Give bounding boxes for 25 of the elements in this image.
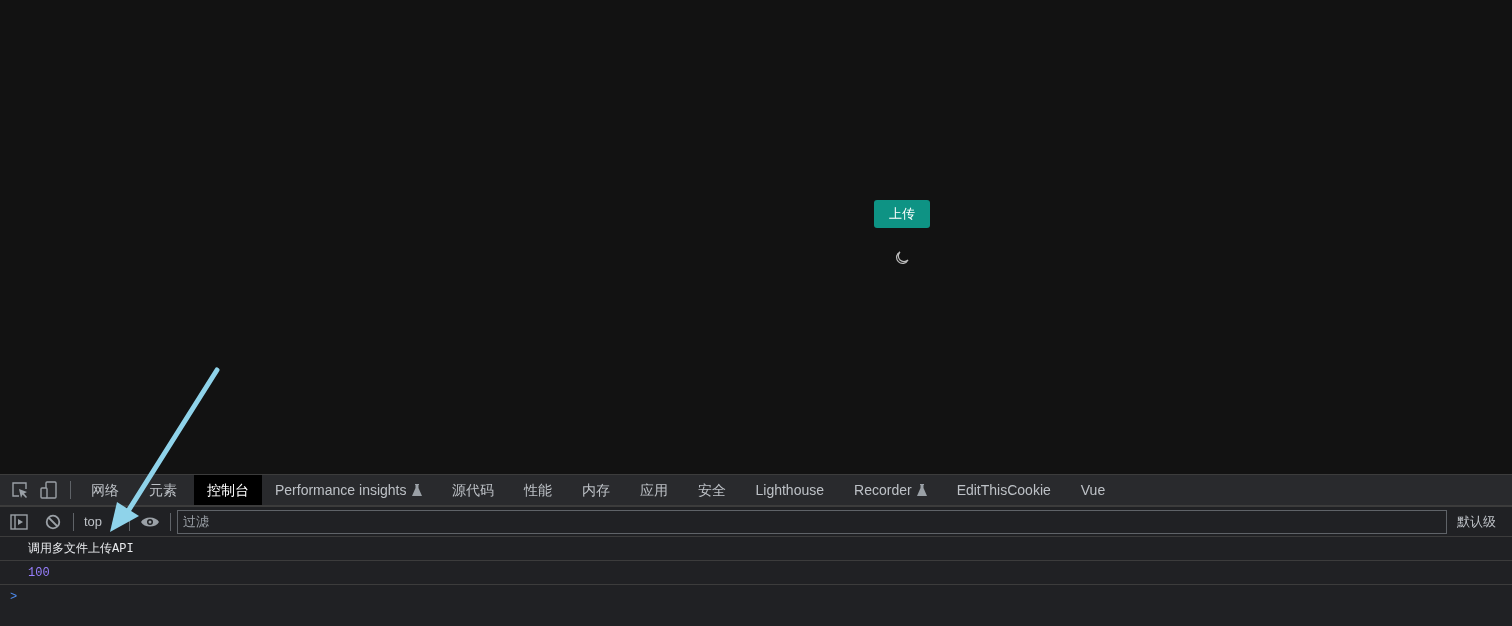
panel-tab[interactable]: Vue [1067, 475, 1119, 505]
panel-tab[interactable]: 安全 [684, 475, 739, 505]
console-prompt[interactable]: > [10, 588, 18, 606]
panel-tab[interactable]: 网络 [78, 475, 132, 505]
panel-tab[interactable]: EditThisCookie [943, 475, 1064, 505]
panel-tab[interactable]: 应用 [626, 475, 681, 505]
panel-tab[interactable]: 内存 [568, 475, 623, 505]
panel-tab[interactable]: 源代码 [438, 475, 507, 505]
clear-icon[interactable] [45, 513, 61, 530]
console-message: 调用多文件上传API [28, 540, 134, 558]
device-icon[interactable] [40, 481, 58, 499]
context-selector[interactable]: top [84, 511, 103, 532]
panel-tab[interactable]: 元素 [136, 475, 190, 505]
levels-dropdown[interactable]: 默认级 [1457, 511, 1497, 532]
panel-tab[interactable]: Lighthouse [742, 475, 838, 505]
upload-button[interactable]: 上传 [873, 200, 930, 228]
console-message: 100 [28, 564, 50, 582]
panel-tab[interactable]: 控制台 [194, 475, 262, 505]
moon-icon[interactable] [893, 250, 910, 266]
filter-field[interactable]: 过滤 [177, 509, 1448, 534]
panel-tab[interactable]: Recorder [841, 475, 940, 505]
inspect-icon[interactable] [11, 481, 29, 499]
sidebar-toggle-icon[interactable] [10, 513, 28, 530]
panel-tab[interactable]: Performance insights [262, 475, 435, 505]
panel-tab[interactable]: 性能 [510, 475, 565, 505]
